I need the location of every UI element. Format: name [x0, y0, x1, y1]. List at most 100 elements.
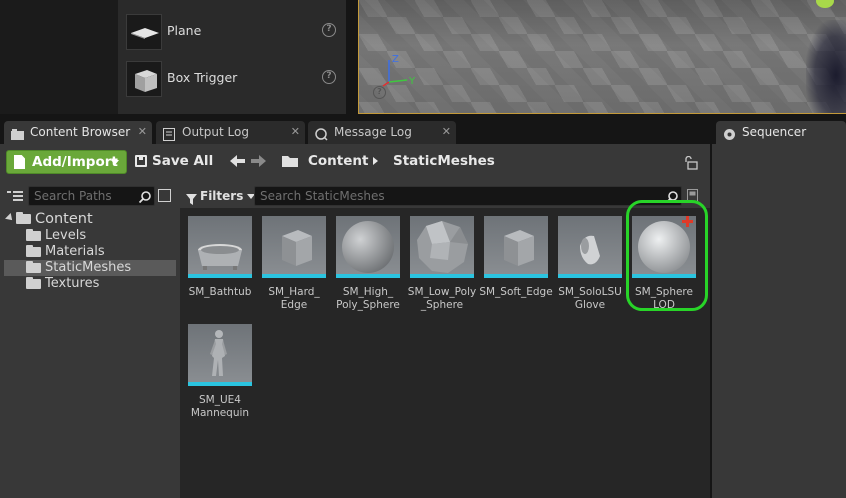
asset-name: SM_Hard_ Edge: [268, 286, 320, 311]
place-item-box-trigger[interactable]: Box Trigger ?: [126, 59, 336, 99]
forward-arrow-icon[interactable]: [251, 154, 267, 172]
place-actors-panel: Plane ? Box Trigger ?: [118, 0, 462, 114]
plane-thumbnail-icon: [126, 14, 162, 50]
tree-item-content[interactable]: Content: [4, 210, 176, 228]
tab-content-browser[interactable]: Content Browser ✕: [4, 121, 152, 144]
tab-sequencer[interactable]: Sequencer: [716, 121, 846, 144]
add-import-label: Add/Import: [32, 154, 118, 170]
folder-icon: [26, 245, 41, 257]
help-icon[interactable]: ?: [322, 23, 336, 37]
static-mesh-type-bar: [188, 274, 252, 278]
close-icon[interactable]: ✕: [291, 126, 300, 138]
filter-icon: [186, 191, 197, 205]
tree-item-materials[interactable]: Materials: [4, 244, 176, 260]
folder-icon: [26, 229, 41, 241]
lock-icon[interactable]: [684, 155, 698, 170]
asset-name: SM_Low_Poly _Sphere: [407, 286, 477, 311]
low-poly-sphere-mesh-icon: [410, 216, 474, 278]
highlight-ring: [626, 200, 708, 311]
tree-item-levels[interactable]: Levels: [4, 228, 176, 244]
asset-name: SM_SoloLSU Glove: [558, 286, 622, 311]
paths-toggle-icon[interactable]: [7, 189, 23, 203]
content-browser-icon: [11, 126, 24, 140]
glove-mesh-icon: [558, 216, 622, 278]
save-all-label: Save All: [152, 153, 214, 169]
static-mesh-type-bar: [336, 274, 400, 278]
sphere-mesh-icon: [336, 216, 400, 278]
axis-gizmo: Z Y ?: [373, 54, 416, 99]
breadcrumb-staticmeshes[interactable]: StaticMeshes: [393, 153, 495, 169]
save-all-button[interactable]: Save All: [135, 153, 213, 173]
add-import-button[interactable]: Add/Import: [6, 150, 127, 174]
folder-icon: [16, 212, 31, 224]
tab-strip: Content Browser ✕ Output Log ✕ Message L…: [0, 118, 846, 144]
tree-item-label: Textures: [45, 276, 100, 291]
breadcrumb-separator-icon[interactable]: [373, 157, 378, 165]
sequencer-icon: [723, 126, 736, 140]
back-arrow-icon[interactable]: [230, 154, 246, 172]
folder-icon: [282, 155, 298, 167]
level-viewport[interactable]: Z Y ?: [358, 0, 846, 114]
folder-icon: [26, 277, 41, 289]
search-paths-input[interactable]: Search Paths: [28, 186, 155, 206]
place-item-plane[interactable]: Plane ?: [126, 12, 336, 52]
sources-header: Search Paths: [4, 184, 176, 208]
static-mesh-type-bar: [188, 382, 252, 386]
mannequin-mesh-icon: [188, 324, 252, 386]
tree-item-textures[interactable]: Textures: [4, 276, 176, 292]
search-assets-input[interactable]: Search StaticMeshes: [254, 186, 682, 206]
tree-item-label: Content: [35, 211, 93, 227]
asset-name: SM_Soft_Edge: [479, 286, 553, 298]
floor-checker: [359, 0, 846, 113]
output-log-icon: [163, 126, 176, 141]
tab-label: Message Log: [334, 125, 412, 139]
sources-panel: Search Paths Content Levels Materials St…: [4, 184, 176, 498]
folder-tree: Content Levels Materials StaticMeshes Te…: [4, 210, 176, 292]
tab-label: Sequencer: [742, 125, 807, 139]
view-options-icon[interactable]: [158, 189, 171, 202]
left-panel-background: [0, 0, 118, 114]
asset-name: SM_UE4 Mannequin: [190, 394, 250, 419]
asset-name: SM_High_ Poly_Sphere: [336, 286, 400, 311]
tab-label: Content Browser: [30, 125, 131, 139]
tree-item-label: StaticMeshes: [45, 260, 132, 275]
sequencer-panel: [712, 144, 846, 498]
static-mesh-type-bar: [262, 274, 326, 278]
tab-output-log[interactable]: Output Log ✕: [156, 121, 305, 144]
search-assets-placeholder: Search StaticMeshes: [260, 189, 385, 203]
expand-arrow-icon[interactable]: [5, 213, 15, 223]
chevron-down-icon: [111, 160, 119, 165]
axis-y-label: Y: [408, 76, 416, 87]
help-icon[interactable]: ?: [322, 70, 336, 84]
tree-item-staticmeshes[interactable]: StaticMeshes: [4, 260, 176, 276]
static-mesh-type-bar: [558, 274, 622, 278]
axis-z-label: Z: [392, 54, 399, 65]
filters-button[interactable]: Filters: [186, 186, 256, 206]
cube-mesh-icon: [484, 216, 548, 278]
content-browser-panel: Add/Import Save All Content StaticMeshes: [0, 144, 710, 498]
content-browser-toolbar: Add/Import Save All Content StaticMeshes: [0, 144, 710, 180]
viewport-shadow: [806, 20, 846, 113]
cube-mesh-icon: [262, 216, 326, 278]
tab-message-log[interactable]: Message Log ✕: [308, 121, 456, 144]
static-mesh-type-bar: [410, 274, 474, 278]
static-mesh-type-bar: [484, 274, 548, 278]
close-icon[interactable]: ✕: [442, 126, 451, 138]
search-paths-placeholder: Search Paths: [34, 189, 112, 203]
tree-item-label: Levels: [45, 228, 87, 243]
search-icon: [138, 190, 151, 204]
close-icon[interactable]: ✕: [138, 126, 147, 138]
save-icon: [135, 155, 147, 167]
breadcrumb-content[interactable]: Content: [308, 153, 368, 169]
asset-name: SM_Bathtub: [188, 286, 252, 298]
place-item-label: Plane: [167, 23, 202, 38]
place-item-label: Box Trigger: [167, 70, 238, 85]
box-trigger-thumbnail-icon: [126, 61, 162, 97]
viewport-help-icon[interactable]: ?: [373, 86, 386, 99]
tab-label: Output Log: [182, 125, 249, 139]
bathtub-mesh-icon: [188, 216, 252, 278]
folder-icon: [26, 261, 41, 273]
new-asset-icon: [14, 155, 25, 169]
tree-item-label: Materials: [45, 244, 105, 259]
message-log-icon: [315, 126, 328, 141]
